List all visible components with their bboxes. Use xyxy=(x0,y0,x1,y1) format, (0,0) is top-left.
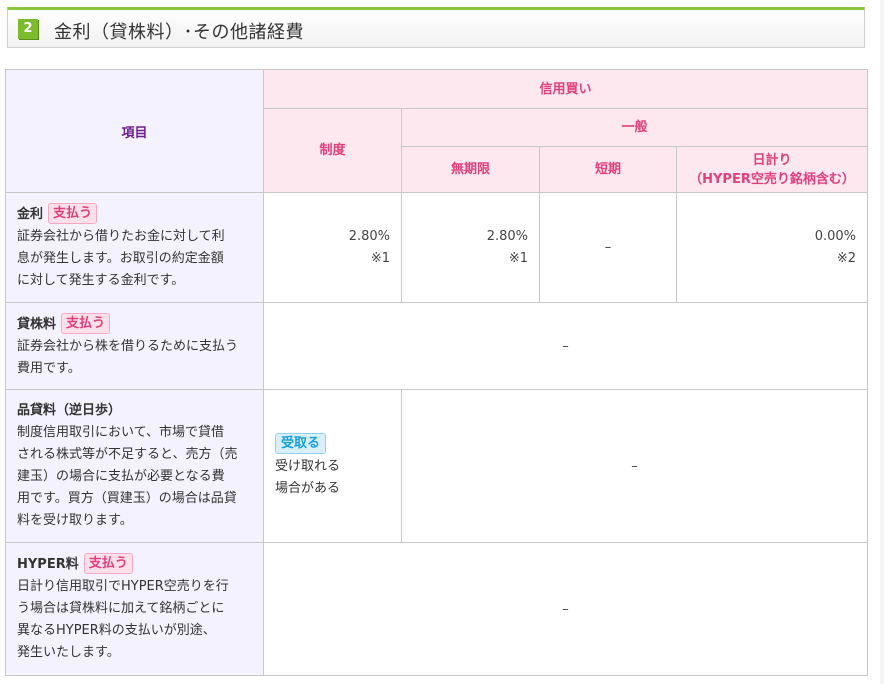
row-kinri-desc-2: 息が発生します。お取引の約定金額 xyxy=(17,251,224,266)
hinkashi-other-value: – xyxy=(400,389,869,543)
row-kashikabu-name: 貸株料 xyxy=(17,317,57,332)
kinri-mukigen-cell: 2.80% ※1 xyxy=(401,192,540,303)
row-hinkashi-desc-1: 制度信用取引において、市場で貸借 xyxy=(17,425,224,440)
kashikabu-value: – xyxy=(262,302,869,390)
row-hyper-desc-2: う場合は貸株料に加えて銘柄ごとに xyxy=(17,601,225,616)
table-row: HYPER料 支払う 日計り信用取引でHYPER空売りを行 う場合は貸株料に加えて… xyxy=(5,542,869,676)
hinkashi-seido-text-1: 受け取れる xyxy=(275,458,341,474)
pay-badge: 支払う xyxy=(61,313,111,334)
row-kashikabu-item: 貸株料 支払う 証券会社から株を借りるために支払う 費用です。 xyxy=(5,302,264,390)
header-hibakari: 日計り （HYPER空売り銘柄含む） xyxy=(675,146,869,193)
header-ippan: 一般 xyxy=(400,108,869,147)
hinkashi-seido-cell: 受取る 受け取れる 場合がある xyxy=(263,389,402,543)
row-hinkashi-desc-4: 用です。買方（買建玉）の場合は品貸 xyxy=(17,491,237,506)
header-margin-buy: 信用買い xyxy=(262,69,869,109)
row-hyper-desc-1: 日計り信用取引でHYPER空売りを行 xyxy=(17,579,229,594)
kinri-hibakari-cell: 0.00% ※2 xyxy=(675,192,869,303)
row-kinri-desc-1: 証券会社から借りたお金に対して利 xyxy=(17,229,225,244)
section-title: 金利（貸株料）･その他諸経費 xyxy=(54,22,304,43)
row-kinri-desc-3: に対して発生する金利です。 xyxy=(17,273,185,288)
kinri-mukigen-note: ※1 xyxy=(508,250,528,266)
table-row: 貸株料 支払う 証券会社から株を借りるために支払う 費用です。 – xyxy=(5,302,869,390)
kinri-mukigen-value: 2.80% xyxy=(486,228,528,244)
table-row: 品貸料（逆日歩） 制度信用取引において、市場で貸借 される株式等が不足すると、売… xyxy=(5,389,869,543)
kinri-hibakari-note: ※2 xyxy=(836,250,857,266)
row-hinkashi-item: 品貸料（逆日歩） 制度信用取引において、市場で貸借 される株式等が不足すると、売… xyxy=(5,389,264,543)
row-kashikabu-desc-2: 費用です。 xyxy=(17,361,81,376)
row-hyper-desc-4: 発生いたします。 xyxy=(17,645,120,660)
table-row: 金利 支払う 証券会社から借りたお金に対して利 息が発生します。お取引の約定金額 … xyxy=(5,192,869,303)
row-hyper-desc-3: 異なるHYPER料の支払いが別途、 xyxy=(17,623,216,638)
kinri-seido-cell: 2.80% ※1 xyxy=(263,192,402,303)
hyper-value: – xyxy=(262,542,869,676)
row-kashikabu-desc-1: 証券会社から株を借りるために支払う xyxy=(17,339,239,354)
kinri-hibakari-value: 0.00% xyxy=(814,228,857,244)
hinkashi-seido-text-2: 場合がある xyxy=(275,480,341,496)
row-hyper-name: HYPER料 xyxy=(17,557,79,572)
row-kinri-name: 金利 xyxy=(17,207,44,222)
page-scrollbar[interactable] xyxy=(880,0,884,684)
row-kinri-item: 金利 支払う 証券会社から借りたお金に対して利 息が発生します。お取引の約定金額 … xyxy=(5,192,264,303)
row-hinkashi-desc-2: される株式等が不足すると、売方（売 xyxy=(17,447,238,462)
header-seido: 制度 xyxy=(263,108,402,193)
header-item: 項目 xyxy=(5,69,264,193)
receive-badge: 受取る xyxy=(275,432,327,454)
header-mukigen: 無期限 xyxy=(401,146,540,193)
header-tanki: 短期 xyxy=(539,146,677,193)
section-header: 2 金利（貸株料）･その他諸経費 xyxy=(7,7,865,48)
fees-table: 項目 信用買い 制度 一般 無期限 短期 日計り （HYPER空売り銘柄含む） … xyxy=(5,69,869,676)
header-hibakari-line1: 日計り xyxy=(752,152,792,168)
row-hinkashi-desc-3: 建玉）の場合に支払が必要となる費 xyxy=(17,469,225,484)
header-hibakari-line2: （HYPER空売り銘柄含む） xyxy=(689,171,855,187)
pay-badge: 支払う xyxy=(48,203,98,224)
section-number: 2 xyxy=(18,19,38,39)
row-hinkashi-desc-5: 料を受け取ります。 xyxy=(17,513,133,528)
kinri-seido-value: 2.80% xyxy=(348,228,390,244)
row-hyper-item: HYPER料 支払う 日計り信用取引でHYPER空売りを行 う場合は貸株料に加えて… xyxy=(5,542,264,676)
kinri-tanki-value: – xyxy=(539,192,677,303)
pay-badge: 支払う xyxy=(83,553,133,574)
kinri-seido-note: ※1 xyxy=(370,250,390,266)
row-hinkashi-name: 品貸料（逆日歩） xyxy=(17,403,122,418)
